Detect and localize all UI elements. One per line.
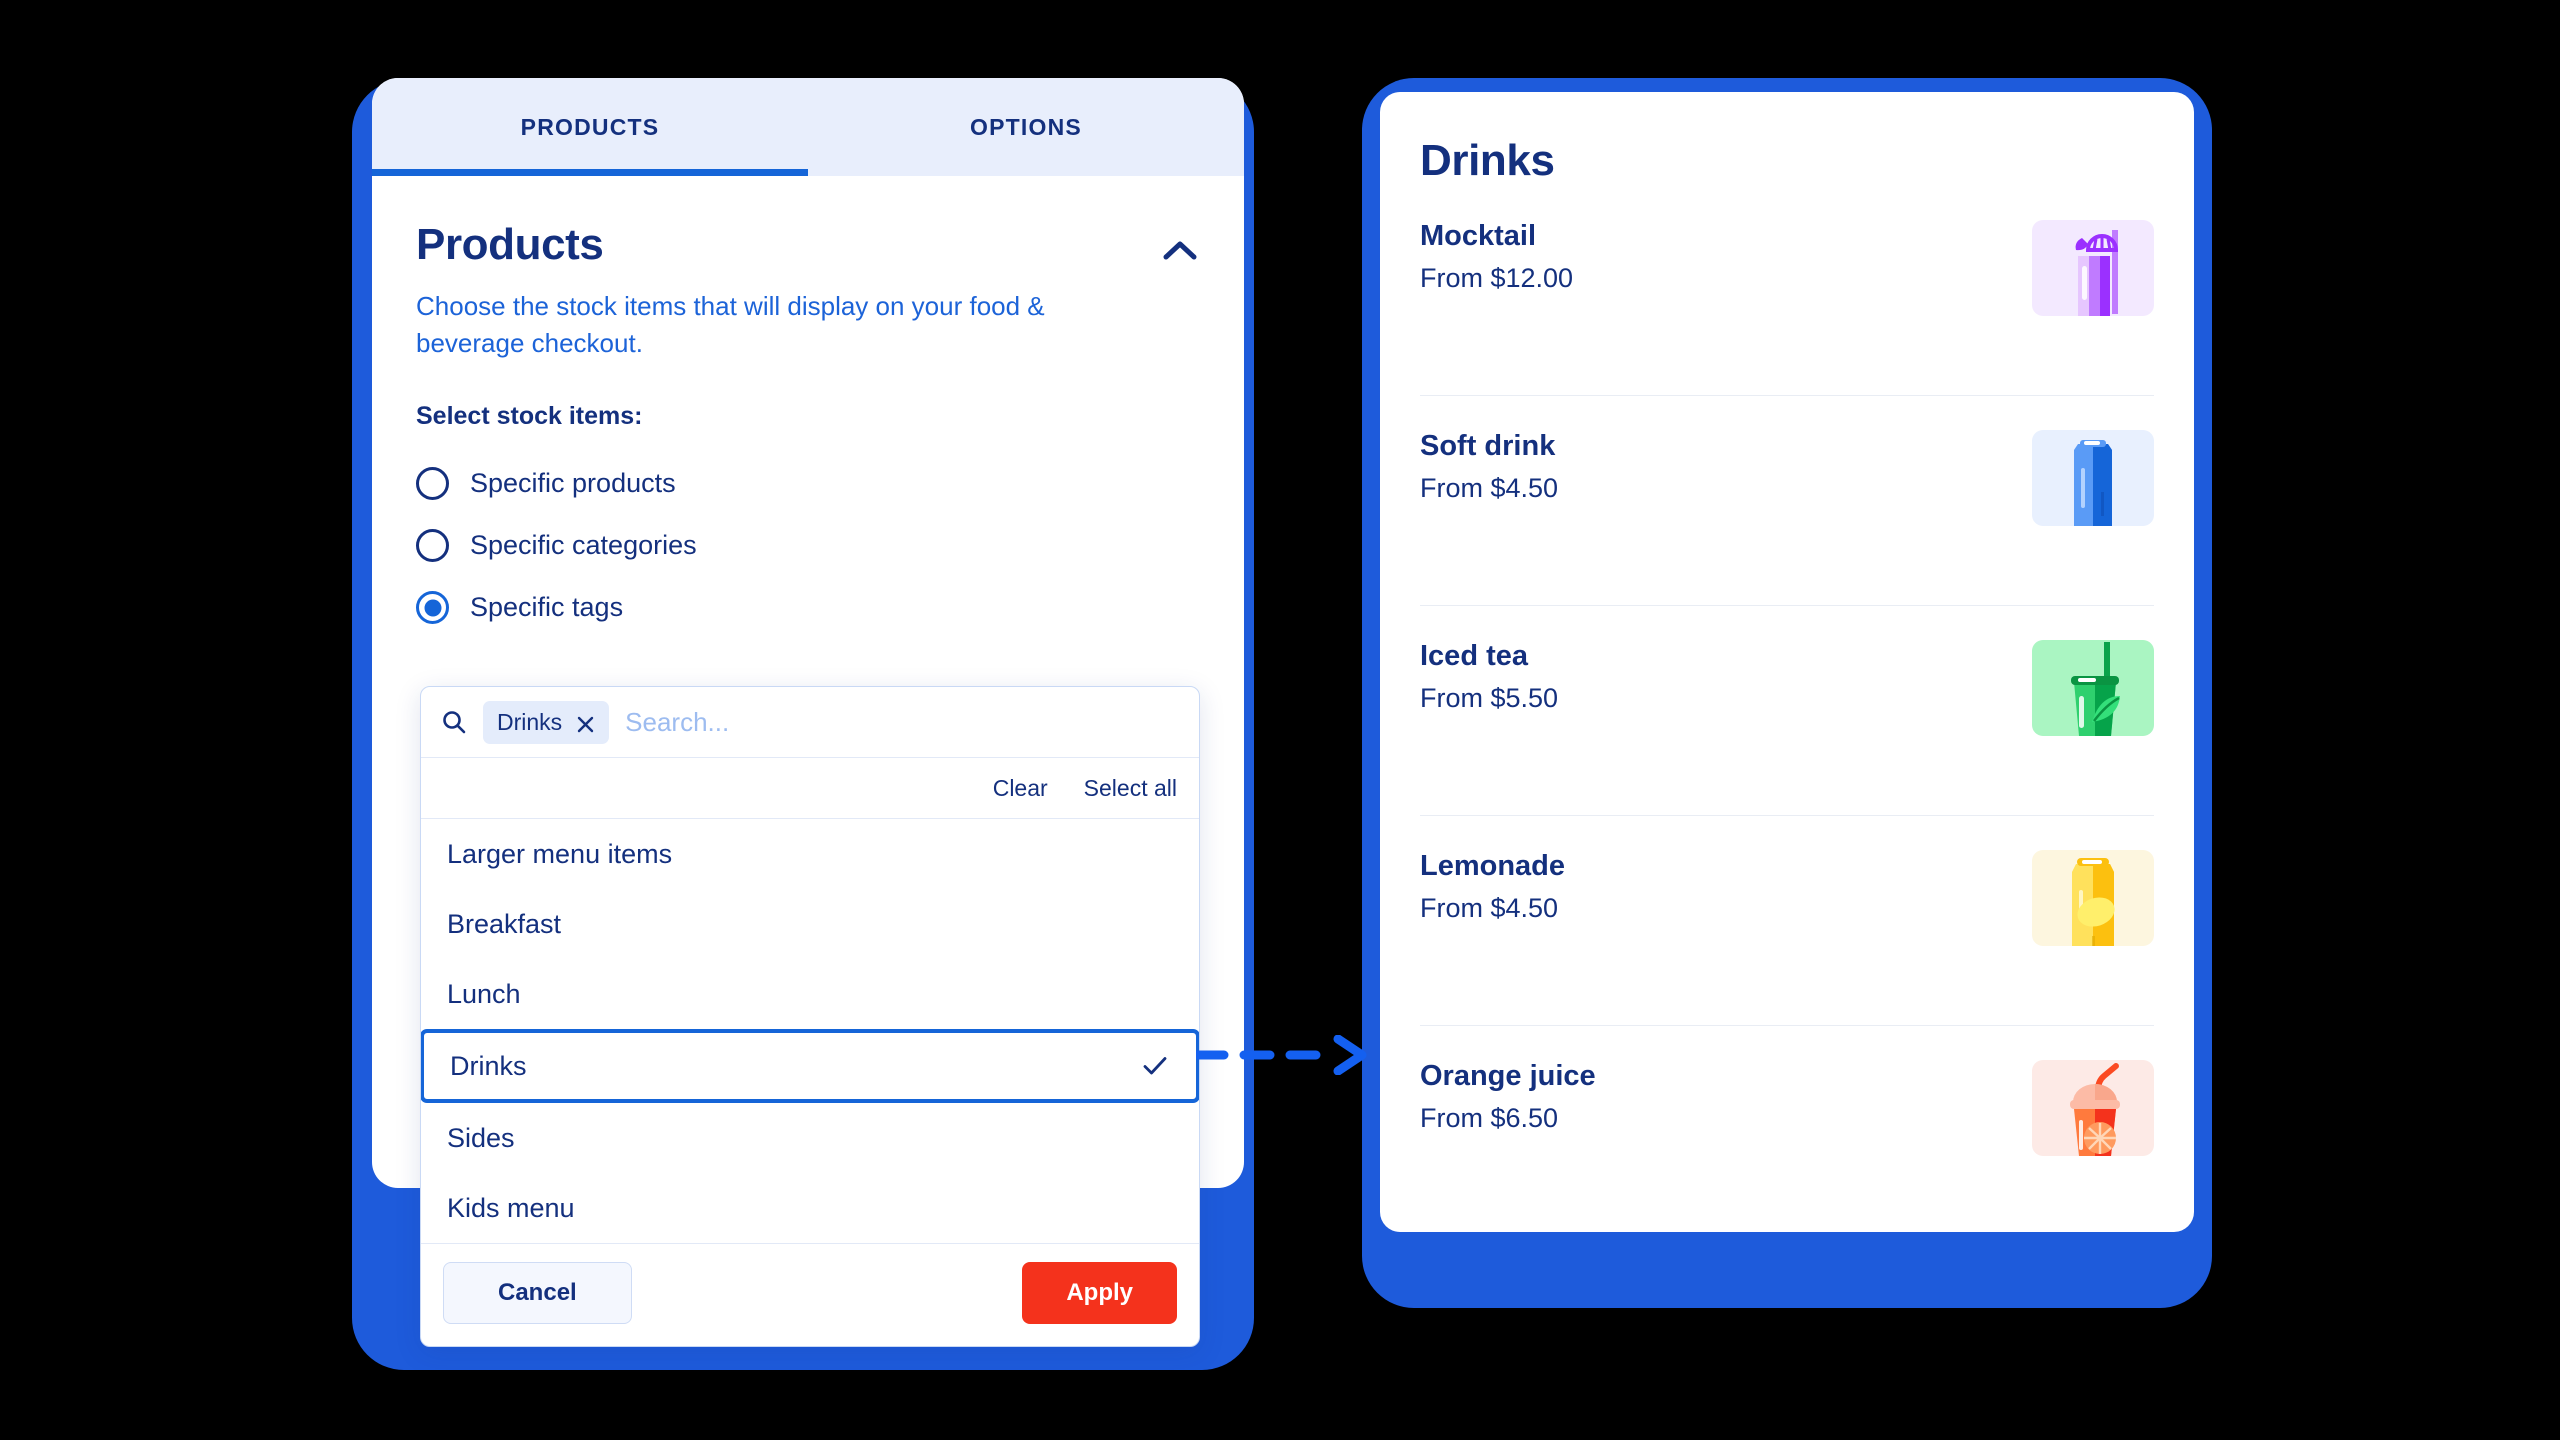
- search-input[interactable]: [625, 706, 1179, 738]
- drinks-title: Drinks: [1420, 136, 1555, 185]
- mocktail-glass-icon: [2032, 220, 2154, 316]
- radio-option-specific-tags[interactable]: Specific tags: [416, 577, 1200, 639]
- option-label: Larger menu items: [447, 838, 673, 869]
- chevron-up-icon[interactable]: [1160, 230, 1200, 270]
- product-text: Mocktail From $12.00: [1420, 220, 1573, 294]
- tab-products[interactable]: PRODUCTS: [372, 78, 808, 176]
- dropdown-search-row: Drinks: [421, 687, 1199, 757]
- radio-label: Specific tags: [470, 592, 624, 623]
- section-label: Select stock items:: [416, 401, 643, 430]
- radio-label: Specific products: [470, 468, 676, 499]
- product-text: Lemonade From $4.50: [1420, 850, 1565, 924]
- option-label: Breakfast: [447, 908, 562, 939]
- product-text: Soft drink From $4.50: [1420, 430, 1558, 504]
- product-price: From $12.00: [1420, 263, 1574, 293]
- card-header: Products: [416, 220, 1200, 270]
- product-row-orange-juice[interactable]: Orange juice From $6.50: [1420, 1026, 2154, 1232]
- radio-option-specific-products[interactable]: Specific products: [416, 453, 1200, 515]
- product-price: From $4.50: [1420, 893, 1559, 923]
- product-name: Iced tea: [1420, 640, 1528, 672]
- select-all-button[interactable]: Select all: [1084, 775, 1177, 802]
- product-row-lemonade[interactable]: Lemonade From $4.50: [1420, 816, 2154, 1026]
- tab-options-label: OPTIONS: [970, 113, 1082, 140]
- option-label: Sides: [447, 1122, 515, 1153]
- lemonade-can-icon: [2032, 850, 2154, 946]
- dropdown-option-drinks[interactable]: Drinks: [421, 1029, 1199, 1103]
- check-icon: [1140, 1051, 1170, 1081]
- drinks-preview-panel: Drinks Mocktail From $12.00 Soft drink F…: [1380, 92, 2194, 1232]
- product-name: Soft drink: [1420, 430, 1556, 462]
- soda-can-icon: [2032, 430, 2154, 526]
- dropdown-option-kids-menu[interactable]: Kids menu: [421, 1173, 1199, 1243]
- tab-products-label: PRODUCTS: [520, 113, 660, 140]
- dashed-arrow-right-icon: [1193, 1034, 1376, 1076]
- iced-tea-cup-icon: [2032, 640, 2154, 736]
- stock-item-radio-group: Specific products Specific categories Sp…: [416, 453, 1200, 639]
- product-row-soft-drink[interactable]: Soft drink From $4.50: [1420, 396, 2154, 606]
- dropdown-footer: Cancel Apply: [421, 1243, 1199, 1346]
- product-text: Iced tea From $5.50: [1420, 640, 1558, 714]
- search-icon: [441, 709, 467, 735]
- dropdown-option-larger-menu-items[interactable]: Larger menu items: [421, 819, 1199, 889]
- panel-body: Products Choose the stock items that wil…: [372, 176, 1244, 639]
- option-label: Kids menu: [447, 1192, 575, 1223]
- option-label: Drinks: [450, 1050, 527, 1081]
- orange-juice-cup-icon: [2032, 1060, 2154, 1156]
- radio-label: Specific categories: [470, 530, 697, 561]
- tag-multiselect-dropdown: Drinks Clear Select all Larger menu item…: [420, 686, 1200, 1347]
- product-price: From $5.50: [1420, 683, 1559, 713]
- product-name: Mocktail: [1420, 220, 1537, 252]
- chip-label: Drinks: [497, 708, 563, 735]
- product-text: Orange juice From $6.50: [1420, 1060, 1596, 1134]
- radio-circle-selected-icon: [416, 591, 449, 625]
- cancel-button[interactable]: Cancel: [443, 1262, 632, 1324]
- radio-circle-icon: [416, 529, 449, 563]
- tab-bar: PRODUCTS OPTIONS: [372, 78, 1244, 176]
- clear-button[interactable]: Clear: [993, 775, 1048, 802]
- product-row-mocktail[interactable]: Mocktail From $12.00: [1420, 186, 2154, 396]
- product-name: Lemonade: [1420, 850, 1566, 882]
- product-price: From $4.50: [1420, 473, 1559, 503]
- panel-description: Choose the stock items that will display…: [416, 291, 1045, 358]
- option-label: Lunch: [447, 978, 521, 1009]
- product-row-iced-tea[interactable]: Iced tea From $5.50: [1420, 606, 2154, 816]
- tab-options[interactable]: OPTIONS: [808, 78, 1244, 176]
- dropdown-actions-row: Clear Select all: [421, 757, 1199, 819]
- screenshot-stage: PRODUCTS OPTIONS Products Choose the sto…: [0, 0, 2560, 1440]
- page-title: Products: [416, 220, 604, 269]
- dropdown-option-lunch[interactable]: Lunch: [421, 959, 1199, 1029]
- close-icon[interactable]: [576, 713, 595, 732]
- product-price: From $6.50: [1420, 1103, 1559, 1133]
- radio-circle-icon: [416, 467, 449, 501]
- dropdown-option-breakfast[interactable]: Breakfast: [421, 889, 1199, 959]
- product-name: Orange juice: [1420, 1060, 1596, 1092]
- dropdown-option-sides[interactable]: Sides: [421, 1103, 1199, 1173]
- selected-tag-chip[interactable]: Drinks: [483, 700, 610, 744]
- dropdown-option-list: Larger menu items Breakfast Lunch Drinks…: [421, 819, 1199, 1243]
- apply-button[interactable]: Apply: [1022, 1262, 1177, 1324]
- radio-option-specific-categories[interactable]: Specific categories: [416, 515, 1200, 577]
